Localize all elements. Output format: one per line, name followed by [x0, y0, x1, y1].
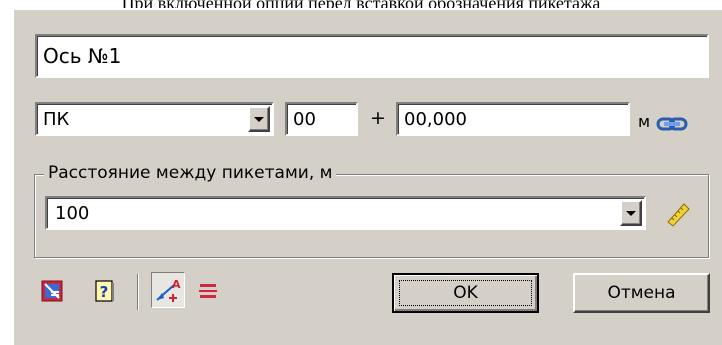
svg-text:A: A	[172, 278, 181, 291]
help-icon[interactable]: ?	[92, 278, 118, 304]
station-prefix-value: ПК	[43, 108, 70, 130]
axis-name-field[interactable]: Ось №1	[35, 34, 709, 78]
station-offset-field[interactable]: 00,000	[396, 102, 630, 136]
toolbar-separator	[137, 274, 139, 310]
station-prefix-combo[interactable]: ПК	[35, 102, 274, 136]
svg-text:?: ?	[100, 283, 109, 301]
distance-dropdown-button[interactable]	[620, 200, 642, 226]
focus-rect	[399, 280, 532, 306]
ok-button[interactable]: OK	[392, 273, 539, 313]
style-icon[interactable]	[39, 278, 65, 304]
axis-name-value: Ось №1	[43, 44, 122, 68]
cancel-button[interactable]: Отмена	[573, 273, 710, 313]
station-label-insert-icon: A	[154, 276, 182, 304]
distance-value: 100	[55, 202, 90, 224]
station-pk-field[interactable]: 00	[285, 102, 358, 136]
plus-sign: +	[370, 107, 386, 129]
chevron-down-icon	[626, 210, 636, 216]
station-prefix-dropdown-button[interactable]	[248, 106, 270, 132]
align-lines-icon[interactable]	[195, 278, 221, 304]
cancel-button-label: Отмена	[607, 283, 676, 303]
axis-dialog: Ось №1 ПК 00 + 00,000 м Расстояние между…	[14, 10, 722, 345]
ruler-icon[interactable]	[664, 200, 692, 228]
distance-group-title: Расстояние между пикетами, м	[44, 163, 337, 183]
unit-label: м	[638, 112, 651, 131]
station-label-insert-toggle[interactable]: A	[151, 272, 185, 308]
link-icon[interactable]	[655, 114, 689, 134]
distance-combo[interactable]: 100	[45, 196, 646, 230]
caption-text: При включенной опции перед вставкой обоз…	[0, 0, 722, 8]
station-offset-value: 00,000	[404, 108, 467, 130]
chevron-down-icon	[254, 116, 264, 122]
station-pk-value: 00	[293, 108, 316, 130]
